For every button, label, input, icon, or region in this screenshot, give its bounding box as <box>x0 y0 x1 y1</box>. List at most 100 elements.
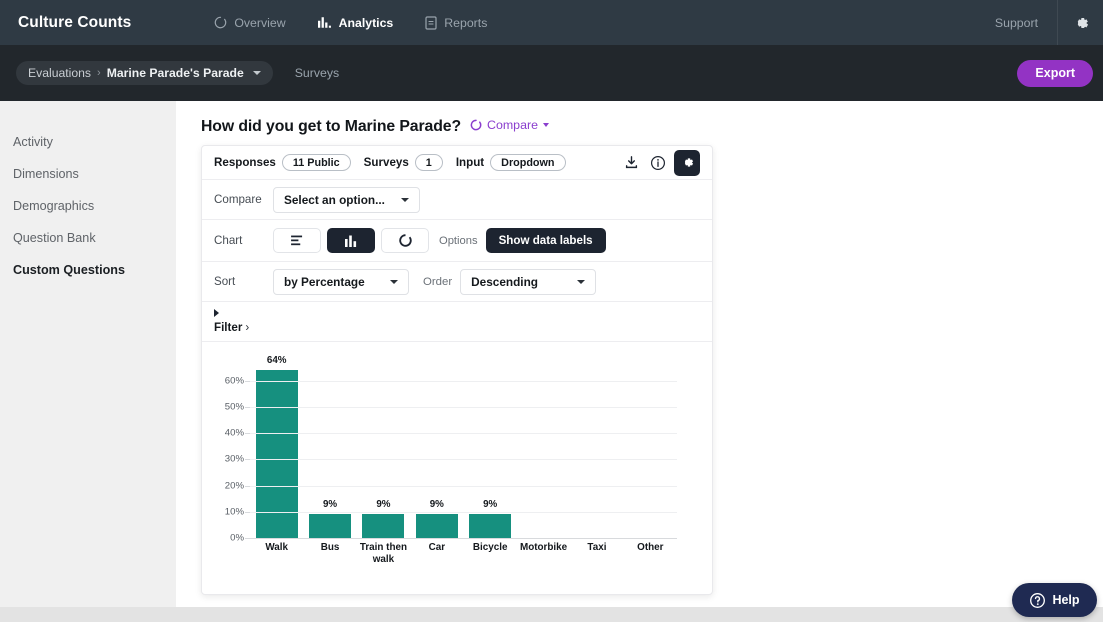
chart-gridline <box>250 433 677 434</box>
chart-bar[interactable] <box>362 514 405 538</box>
chart-bar-column[interactable]: 9% <box>464 370 517 538</box>
chart-gridline <box>250 380 677 382</box>
export-button[interactable]: Export <box>1017 59 1093 87</box>
nav-item-reports[interactable]: Reports <box>425 16 487 30</box>
card-meta-row: Responses 11 Public Surveys 1 Input Drop… <box>202 146 712 180</box>
chart-data-label: 9% <box>376 499 391 511</box>
chart-bar-column[interactable]: 9% <box>357 370 410 538</box>
chart-bar-column[interactable] <box>517 370 570 538</box>
surveys-label: Surveys <box>363 156 409 169</box>
sort-row-label: Sort <box>214 275 236 288</box>
chart-y-tick-mark <box>245 511 250 513</box>
main-nav: Overview Analytics Reports <box>214 16 487 30</box>
sort-select[interactable]: by Percentage <box>273 268 409 295</box>
nav-item-analytics[interactable]: Analytics <box>317 15 394 30</box>
help-button[interactable]: Help <box>1012 583 1097 617</box>
chart-bar-column[interactable] <box>624 370 677 538</box>
top-navigation-bar: Culture Counts Overview Analytics Report… <box>0 0 1103 45</box>
chart-settings-gear-button[interactable] <box>674 149 700 176</box>
chart-x-label: Other <box>637 542 664 553</box>
chart-bar-column[interactable]: 64% <box>250 355 303 538</box>
chart-data-label: 9% <box>322 499 338 511</box>
surveys-link[interactable]: Surveys <box>295 66 339 80</box>
sidebar-item-custom-questions[interactable]: Custom Questions <box>0 254 176 286</box>
bar-chart-icon <box>317 16 332 29</box>
chevron-down-icon <box>542 123 549 127</box>
chart-data-label: 64% <box>266 355 287 366</box>
chart-bar-column[interactable]: 9% <box>410 370 463 538</box>
compare-select-value: Select an option... <box>284 192 385 207</box>
sidebar-item-question-bank[interactable]: Question Bank <box>0 222 176 254</box>
chart-type-donut-button[interactable] <box>381 228 429 253</box>
surveys-badge: 1 <box>414 154 443 171</box>
filter-chevron: › <box>245 321 250 334</box>
breadcrumb-root[interactable]: Evaluations <box>28 66 91 80</box>
settings-gear-button[interactable] <box>1058 0 1103 45</box>
chart-x-label: Train then walk <box>359 542 408 565</box>
nav-label-overview: Overview <box>234 15 286 30</box>
chevron-down-icon <box>577 279 586 284</box>
chart-y-tick-mark <box>245 538 250 539</box>
chart-y-tick-label: 0% <box>230 532 244 544</box>
compare-toggle[interactable]: Compare <box>470 118 549 132</box>
order-select-value: Descending <box>471 274 538 289</box>
page-title-row: How did you get to Marine Parade? Compar… <box>176 101 1103 136</box>
options-label: Options <box>439 234 478 247</box>
chart-x-label: Motorbike <box>519 542 568 553</box>
chart-bar[interactable] <box>469 514 512 538</box>
chart-x-label: Walk <box>265 542 289 553</box>
chart-type-horizontal-bar-button[interactable] <box>273 228 321 253</box>
download-icon[interactable] <box>622 153 641 172</box>
responses-badge: 11 Public <box>281 154 351 171</box>
donut-icon <box>398 234 412 247</box>
filter-toggle[interactable]: Filter › <box>214 321 249 334</box>
chart-bar[interactable] <box>255 370 298 538</box>
gear-icon <box>1072 14 1090 32</box>
chart-bar[interactable] <box>415 514 458 538</box>
question-circle-icon <box>1029 592 1046 609</box>
chart-bar[interactable] <box>309 514 352 538</box>
order-select[interactable]: Descending <box>460 268 597 295</box>
compare-row-label: Compare <box>214 193 262 206</box>
circle-spinner-icon <box>214 16 227 29</box>
chart-gridline <box>250 485 677 487</box>
sidebar: Activity Dimensions Demographics Questio… <box>0 101 176 607</box>
card-sort-row: Sort by Percentage Order Descending <box>202 262 712 302</box>
sort-select-value: by Percentage <box>284 274 365 289</box>
breadcrumb-current[interactable]: Marine Parade's Parade <box>107 66 244 80</box>
chart-y-tick-mark <box>245 459 250 461</box>
info-circle-icon[interactable] <box>648 153 667 172</box>
nav-item-overview[interactable]: Overview <box>214 15 286 30</box>
sidebar-item-dimensions[interactable]: Dimensions <box>0 158 176 190</box>
vertical-bar-icon <box>345 235 357 247</box>
nav-label-analytics: Analytics <box>338 15 394 30</box>
bottom-page-edge <box>0 607 1103 622</box>
chart-x-label: Bicycle <box>472 542 508 553</box>
order-label: Order <box>423 275 453 288</box>
chart-y-tick-label: 60% <box>224 375 244 386</box>
chart-plot: 64% 9% 9% 9% 9% 0% 10% 20% 30% 40% 50% 60% <box>225 355 677 544</box>
chevron-down-icon[interactable] <box>252 71 261 75</box>
chart-data-label: 9% <box>429 499 444 511</box>
sidebar-item-activity[interactable]: Activity <box>0 126 176 158</box>
triangle-right-icon <box>214 309 219 317</box>
main-content: How did you get to Marine Parade? Compar… <box>176 101 1103 607</box>
gear-icon <box>680 155 695 170</box>
support-link[interactable]: Support <box>995 16 1057 30</box>
chart-axis-line <box>250 538 677 539</box>
chart-bar-column[interactable] <box>570 370 623 538</box>
chart-y-tick-mark <box>245 380 250 382</box>
chart-y-tick-label: 50% <box>224 401 244 413</box>
show-data-labels-button[interactable]: Show data labels <box>485 228 606 253</box>
compare-circle-icon <box>470 119 482 131</box>
top-nav-right: Support <box>995 0 1103 45</box>
chart-type-vertical-bar-button[interactable] <box>327 228 375 253</box>
card-filter-row[interactable]: Filter › <box>202 302 712 342</box>
chart-bar-column[interactable]: 9% <box>303 370 356 538</box>
chevron-down-icon <box>390 279 398 284</box>
compare-label: Compare <box>487 118 538 132</box>
compare-select[interactable]: Select an option... <box>273 186 420 213</box>
chart-y-tick-label: 30% <box>224 453 244 465</box>
breadcrumb[interactable]: Evaluations › Marine Parade's Parade <box>16 61 273 85</box>
sidebar-item-demographics[interactable]: Demographics <box>0 190 176 222</box>
